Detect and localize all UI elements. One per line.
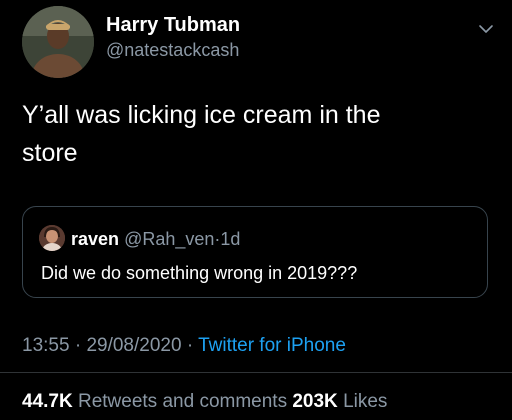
quoted-tweet-card[interactable]: raven @Rah_ven·1d Did we do something wr… [22, 206, 488, 298]
tweet-text-line: Y’all was licking ice cream in the [22, 101, 381, 129]
separator-dot: · [74, 335, 82, 356]
author-avatar[interactable] [22, 6, 94, 78]
likes-count: 203K [292, 391, 338, 412]
tweet-text-line: store [22, 139, 78, 167]
likes-label: Likes [343, 391, 388, 412]
retweets-count: 44.7K [22, 391, 73, 412]
tweet: Harry Tubman @natestackcash Y’all was li… [0, 0, 512, 420]
author-handle[interactable]: @natestackcash [106, 40, 239, 61]
quoted-author-handle: @Rah_ven [124, 229, 215, 249]
tweet-time: 13:55 [22, 335, 70, 356]
tweet-metadata: 13:55 · 29/08/2020 · Twitter for iPhone [22, 335, 346, 357]
tweet-text: Y’all was licking ice cream in the store [22, 96, 462, 172]
quoted-author-avatar [39, 225, 65, 251]
tweet-stats: 44.7K Retweets and comments 203K Likes [22, 391, 387, 413]
chevron-down-icon[interactable] [478, 22, 494, 36]
quoted-tweet-text: Did we do something wrong in 2019??? [41, 263, 358, 283]
tweet-date: 29/08/2020 [86, 335, 182, 356]
quoted-tweet-time: 1d [220, 229, 241, 249]
likes-stat[interactable]: 203K Likes [292, 391, 387, 412]
divider [0, 372, 512, 373]
avatar-image [22, 6, 94, 78]
author-name[interactable]: Harry Tubman [106, 14, 240, 37]
retweets-stat[interactable]: 44.7K Retweets and comments [22, 391, 287, 412]
retweets-label: Retweets and comments [77, 391, 288, 412]
quoted-tweet-header: raven @Rah_ven·1d [71, 229, 240, 250]
tweet-source-link[interactable]: Twitter for iPhone [198, 335, 346, 356]
quoted-author-name: raven [71, 229, 120, 249]
separator-dot: · [186, 335, 194, 356]
